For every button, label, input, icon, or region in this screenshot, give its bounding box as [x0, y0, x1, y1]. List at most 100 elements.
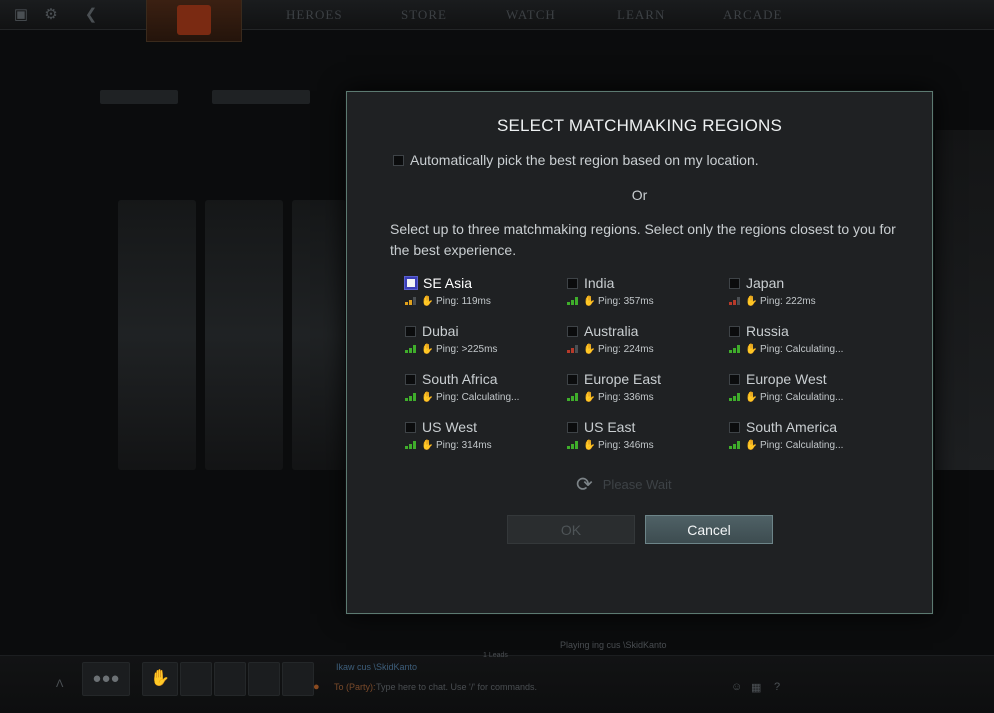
signal-bar: [733, 396, 736, 401]
party-slot-2[interactable]: [180, 662, 212, 696]
instructions-text: Select up to three matchmaking regions. …: [390, 221, 896, 258]
signal-strength-icon: [405, 297, 418, 305]
party-slot-3[interactable]: [214, 662, 246, 696]
region-checkbox[interactable]: [567, 373, 578, 385]
region-checkbox[interactable]: [405, 277, 417, 289]
region-header: Australia: [567, 322, 717, 340]
region-dubai[interactable]: Dubai ✋ Ping: >225ms: [405, 322, 555, 362]
region-ping-text: Ping: Calculating...: [760, 439, 844, 451]
region-checkbox[interactable]: [567, 421, 578, 433]
signal-bar: [567, 350, 570, 353]
chat-channel-icon[interactable]: ●: [313, 681, 320, 693]
region-header: SE Asia: [405, 274, 555, 292]
signal-bar: [405, 398, 408, 401]
region-name: South America: [746, 419, 838, 435]
help-icon[interactable]: ?: [774, 681, 780, 693]
region-checkbox[interactable]: [729, 421, 740, 433]
nav-watch[interactable]: WATCH: [506, 7, 556, 23]
auto-pick-checkbox[interactable]: [393, 154, 404, 166]
region-us-east[interactable]: US East ✋ Ping: 346ms: [567, 418, 717, 458]
signal-strength-icon: [729, 297, 742, 305]
region-south-america[interactable]: South America ✋ Ping: Calculating...: [729, 418, 879, 458]
signal-bar: [737, 393, 740, 401]
region-south-africa[interactable]: South Africa ✋ Ping: Calculating...: [405, 370, 555, 410]
signal-bar: [575, 441, 578, 449]
dota-menu-icon[interactable]: ▣: [12, 6, 30, 24]
region-name: India: [584, 275, 615, 291]
nav-arcade[interactable]: ARCADE: [723, 7, 782, 23]
signal-bar: [575, 393, 578, 401]
hand-icon: ✋: [421, 295, 434, 307]
emoticon-icon[interactable]: ☺: [731, 681, 742, 693]
region-india[interactable]: India ✋ Ping: 357ms: [567, 274, 717, 314]
hand-icon: ✋: [745, 439, 758, 451]
region-europe-west[interactable]: Europe West ✋ Ping: Calculating...: [729, 370, 879, 410]
signal-strength-icon: [729, 441, 742, 449]
region-ping-row: ✋ Ping: 224ms: [567, 342, 717, 356]
region-checkbox[interactable]: [567, 325, 578, 337]
region-ping-row: ✋ Ping: 119ms: [405, 294, 555, 308]
party-slot-1[interactable]: ✋: [142, 662, 178, 696]
lead-count-text: 1 Leads: [483, 652, 508, 659]
hand-icon: ✋: [583, 439, 596, 451]
signal-bar: [729, 446, 732, 449]
region-japan[interactable]: Japan ✋ Ping: 222ms: [729, 274, 879, 314]
chat-settings-icon[interactable]: ▦: [751, 681, 761, 694]
nav-store[interactable]: STORE: [401, 7, 447, 23]
dota-logo-tab[interactable]: [146, 0, 242, 42]
cancel-button[interactable]: Cancel: [645, 515, 773, 544]
region-checkbox[interactable]: [729, 277, 740, 289]
nav-heroes[interactable]: HEROES: [286, 7, 343, 23]
signal-bar: [575, 345, 578, 353]
back-arrow-icon[interactable]: ❮: [82, 6, 100, 24]
hand-icon: ✋: [421, 439, 434, 451]
region-checkbox[interactable]: [729, 373, 740, 385]
signal-bar: [413, 441, 416, 449]
settings-gear-icon[interactable]: ⚙: [42, 6, 60, 24]
region-ping-row: ✋ Ping: Calculating...: [405, 390, 555, 404]
chat-input[interactable]: Type here to chat. Use '/' for commands.: [376, 682, 537, 692]
region-header: Europe East: [567, 370, 717, 388]
party-slot-5[interactable]: [282, 662, 314, 696]
region-name: Japan: [746, 275, 785, 291]
background-side-panel: [935, 130, 994, 470]
region-checkbox[interactable]: [729, 325, 740, 337]
hand-icon: ✋: [583, 343, 596, 355]
signal-bar: [567, 302, 570, 305]
region-header: South Africa: [405, 370, 555, 388]
region-checkbox[interactable]: [405, 373, 416, 385]
region-header: Europe West: [729, 370, 879, 388]
background-hero-card: [292, 200, 346, 470]
top-navigation-bar: ▣ ⚙ ❮ HEROES STORE WATCH LEARN ARCADE: [0, 0, 994, 42]
region-australia[interactable]: Australia ✋ Ping: 224ms: [567, 322, 717, 362]
region-name: Dubai: [422, 323, 459, 339]
region-checkbox[interactable]: [405, 325, 416, 337]
auto-pick-row[interactable]: Automatically pick the best region based…: [393, 152, 759, 168]
signal-bar: [409, 300, 412, 305]
region-ping-text: Ping: Calculating...: [760, 343, 844, 355]
signal-bar: [729, 302, 732, 305]
ok-button[interactable]: OK: [507, 515, 635, 544]
party-button[interactable]: ●●●: [82, 662, 130, 696]
region-se-asia[interactable]: SE Asia ✋ Ping: 119ms: [405, 274, 555, 314]
region-ping-text: Ping: 314ms: [436, 439, 492, 451]
nav-learn[interactable]: LEARN: [617, 7, 665, 23]
region-checkbox[interactable]: [405, 421, 416, 433]
signal-strength-icon: [567, 297, 580, 305]
friends-toggle-icon[interactable]: Λ: [56, 678, 63, 690]
signal-strength-icon: [567, 345, 580, 353]
matchmaking-regions-dialog: SELECT MATCHMAKING REGIONS Automatically…: [346, 91, 933, 614]
region-header: Dubai: [405, 322, 555, 340]
party-slot-4[interactable]: [248, 662, 280, 696]
region-us-west[interactable]: US West ✋ Ping: 314ms: [405, 418, 555, 458]
region-ping-row: ✋ Ping: 357ms: [567, 294, 717, 308]
signal-bar: [409, 444, 412, 449]
region-russia[interactable]: Russia ✋ Ping: Calculating...: [729, 322, 879, 362]
region-header: US West: [405, 418, 555, 436]
region-header: Japan: [729, 274, 879, 292]
region-europe-east[interactable]: Europe East ✋ Ping: 336ms: [567, 370, 717, 410]
region-checkbox[interactable]: [567, 277, 578, 289]
region-ping-row: ✋ Ping: 314ms: [405, 438, 555, 452]
background-hero-card: [205, 200, 283, 470]
region-ping-row: ✋ Ping: 346ms: [567, 438, 717, 452]
